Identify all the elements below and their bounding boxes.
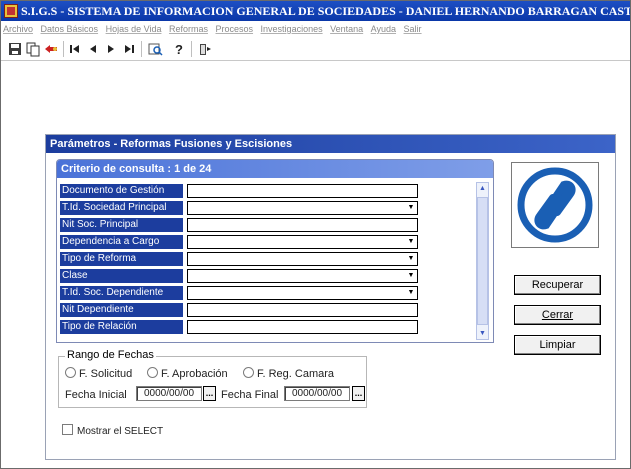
nit-dependiente-input[interactable] [187,303,418,317]
tid-sociedad-principal-select[interactable]: ▼ [187,201,418,215]
field-label: Tipo de Relación [60,320,183,334]
copy-icon[interactable] [25,41,41,57]
field-label: Tipo de Reforma [60,252,183,266]
tid-soc-dependiente-select[interactable]: ▼ [187,286,418,300]
menu-reformas[interactable]: Reformas [169,24,208,34]
menu-ventana[interactable]: Ventana [330,24,363,34]
field-label: T.Id. Soc. Dependiente [60,286,183,300]
chevron-down-icon[interactable]: ▼ [405,287,417,299]
application-window: S.I.G.S - SISTEMA DE INFORMACION GENERAL… [0,0,631,469]
exit-icon[interactable] [197,41,213,57]
nit-soc-principal-input[interactable] [187,218,418,232]
svg-text:?: ? [175,42,183,57]
date-range-group: Rango de Fechas F. Solicitud F. Aprobaci… [58,349,367,408]
radio-f-reg-camara[interactable]: F. Reg. Camara [243,367,334,381]
scroll-down-icon[interactable]: ▼ [477,328,488,339]
first-record-icon[interactable] [67,41,83,57]
chevron-down-icon[interactable]: ▼ [405,270,417,282]
chevron-down-icon[interactable]: ▼ [405,253,417,265]
limpiar-button[interactable]: Limpiar [514,335,601,355]
menu-datos-basicos[interactable]: Datos Básicos [41,24,99,34]
fecha-final-input[interactable]: 0000/00/00 [284,386,350,401]
radio-icon[interactable] [147,367,158,378]
menu-ayuda[interactable]: Ayuda [371,24,396,34]
radio-f-aprobacion[interactable]: F. Aprobación [147,367,228,381]
field-label: T.Id. Sociedad Principal [60,201,183,215]
toolbar: ? [1,38,630,61]
tipo-reforma-select[interactable]: ▼ [187,252,418,266]
vertical-scrollbar[interactable]: ▲ ▼ [476,182,489,340]
menu-archivo[interactable]: Archivo [3,24,33,34]
scroll-thumb[interactable] [477,197,488,325]
fecha-inicial-picker-button[interactable]: ... [203,386,216,401]
menu-investigaciones[interactable]: Investigaciones [261,24,323,34]
clase-select[interactable]: ▼ [187,269,418,283]
fecha-final-picker-button[interactable]: ... [352,386,365,401]
last-record-icon[interactable] [121,41,137,57]
field-label: Nit Dependiente [60,303,183,317]
query-icon[interactable] [147,41,163,57]
dependencia-cargo-select[interactable]: ▼ [187,235,418,249]
menu-hojas-de-vida[interactable]: Hojas de Vida [106,24,162,34]
mostrar-select-checkbox[interactable]: Mostrar el SELECT [62,424,163,438]
window-title: S.I.G.S - SISTEMA DE INFORMACION GENERAL… [21,4,630,18]
tipo-relacion-input[interactable] [187,320,418,334]
help-icon[interactable]: ? [171,41,187,57]
criteria-header: Criterio de consulta : 1 de 24 [57,160,493,178]
company-logo [511,162,599,248]
fecha-final-label: Fecha Final [221,389,279,401]
field-label: Clase [60,269,183,283]
title-bar: S.I.G.S - SISTEMA DE INFORMACION GENERAL… [1,1,630,21]
cerrar-button[interactable]: Cerrar [514,305,601,325]
scroll-up-icon[interactable]: ▲ [477,183,488,194]
criteria-section: Criterio de consulta : 1 de 24 Documento… [56,159,494,343]
recuperar-button[interactable]: Recuperar [514,275,601,295]
documento-gestion-input[interactable] [187,184,418,198]
menu-salir[interactable]: Salir [404,24,422,34]
date-range-legend: Rango de Fechas [65,349,156,361]
field-label: Documento de Gestión [60,184,183,198]
checkbox-icon[interactable] [62,424,73,435]
fecha-inicial-label: Fecha Inicial [65,389,127,401]
panel-title: Parámetros - Reformas Fusiones y Escisio… [46,135,615,153]
fecha-inicial-input[interactable]: 0000/00/00 [136,386,202,401]
menu-bar: Archivo Datos Básicos Hojas de Vida Refo… [1,21,630,37]
radio-f-solicitud[interactable]: F. Solicitud [65,367,132,381]
field-label: Dependencia a Cargo [60,235,183,249]
radio-icon[interactable] [65,367,76,378]
save-icon[interactable] [7,41,23,57]
parameters-panel: Parámetros - Reformas Fusiones y Escisio… [45,134,616,460]
field-label: Nit Soc. Principal [60,218,183,232]
undo-icon[interactable] [43,41,59,57]
chevron-down-icon[interactable]: ▼ [405,236,417,248]
next-record-icon[interactable] [103,41,119,57]
radio-icon[interactable] [243,367,254,378]
menu-procesos[interactable]: Procesos [216,24,254,34]
app-icon [4,4,18,18]
previous-record-icon[interactable] [85,41,101,57]
chevron-down-icon[interactable]: ▼ [405,202,417,214]
